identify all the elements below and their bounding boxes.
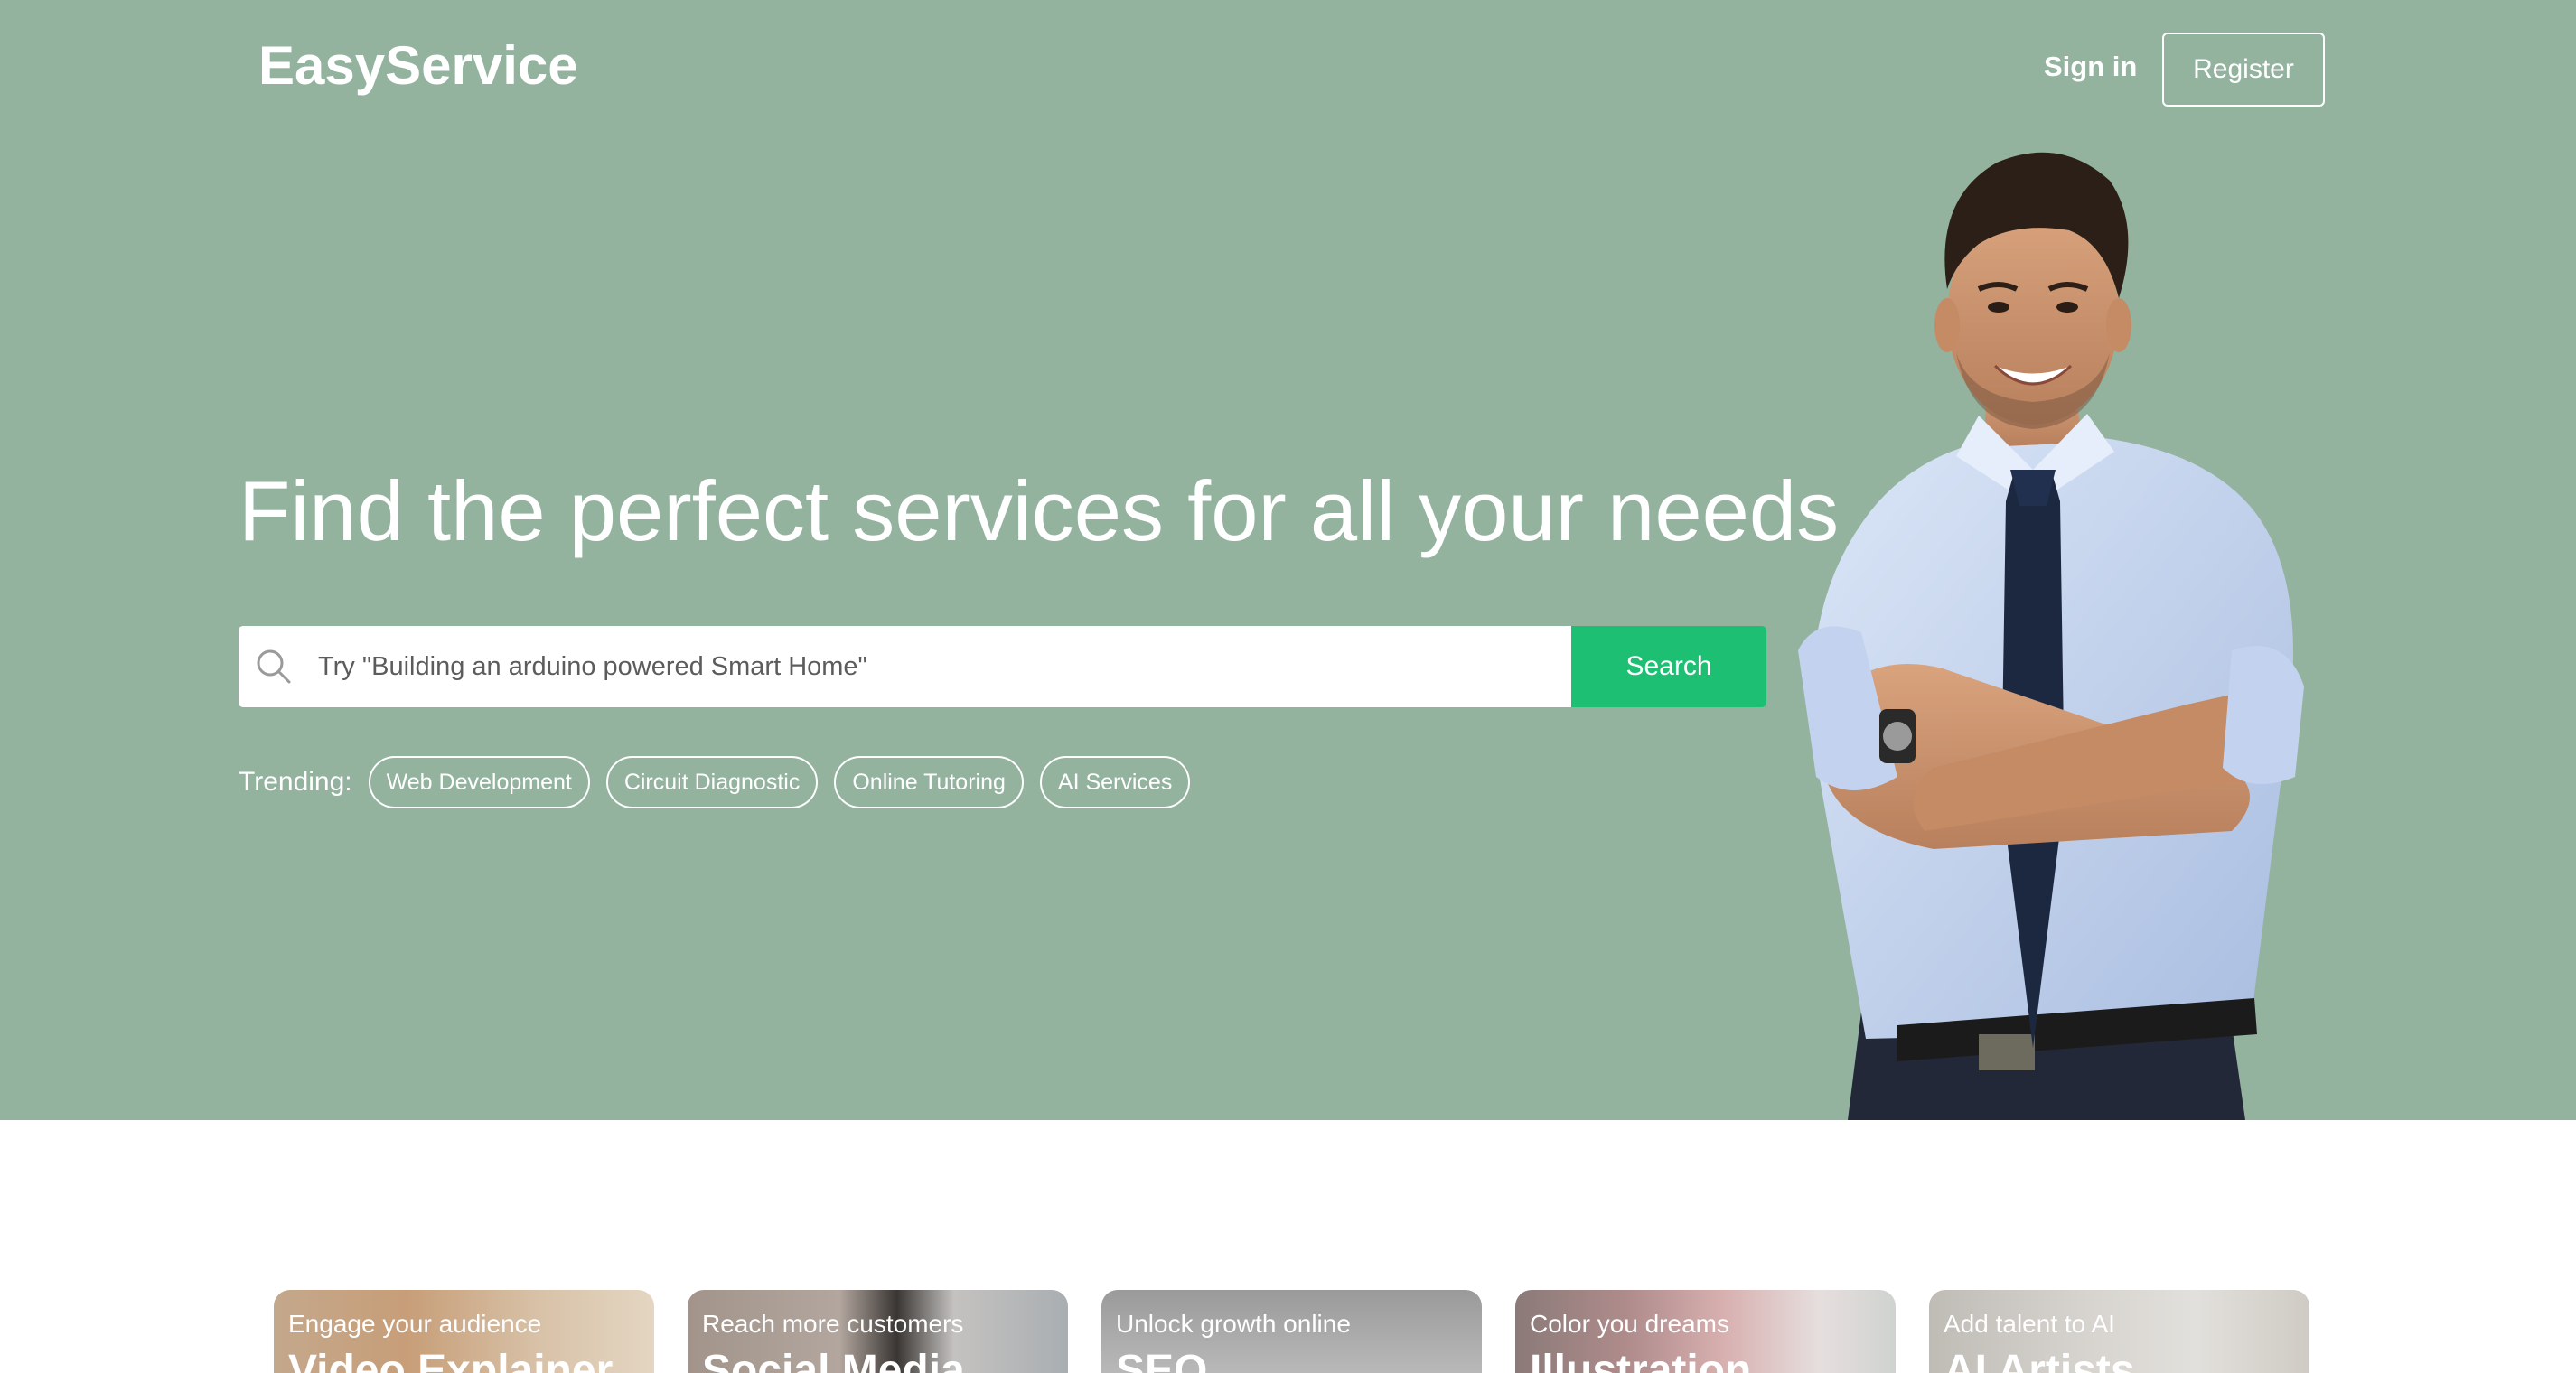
category-card-illustration[interactable]: Color you dreams Illustration — [1515, 1290, 1896, 1373]
sign-in-link[interactable]: Sign in — [2044, 51, 2137, 83]
register-button[interactable]: Register — [2162, 33, 2325, 107]
trending-label: Trending: — [239, 767, 352, 797]
category-cards: Engage your audience Video Explainer Rea… — [0, 1290, 2576, 1373]
card-title: Social Media — [702, 1347, 965, 1373]
hero-person-image — [1798, 152, 2304, 1120]
search-box[interactable] — [239, 626, 1571, 707]
trending-tag-ai-services[interactable]: AI Services — [1039, 756, 1191, 808]
card-title: Video Explainer — [288, 1347, 614, 1373]
category-card-video-explainer[interactable]: Engage your audience Video Explainer — [274, 1290, 654, 1373]
category-card-seo[interactable]: Unlock growth online SEO — [1101, 1290, 1482, 1373]
card-subtitle: Unlock growth online — [1116, 1310, 1351, 1338]
card-title: AI Artists — [1944, 1347, 2135, 1373]
category-card-social-media[interactable]: Reach more customers Social Media — [688, 1290, 1068, 1373]
trending-tag-circuit-diagnostic[interactable]: Circuit Diagnostic — [605, 756, 819, 808]
card-subtitle: Color you dreams — [1530, 1310, 1729, 1338]
search-icon — [257, 649, 291, 684]
search-button[interactable]: Search — [1571, 626, 1766, 707]
search-input[interactable] — [318, 626, 1560, 707]
card-subtitle: Engage your audience — [288, 1310, 542, 1338]
card-title: SEO — [1116, 1347, 1208, 1373]
search-bar: Search — [239, 626, 1766, 707]
hero-headline: Find the perfect services for all your n… — [239, 463, 1840, 558]
hero-section: EasyService Sign in Register Find the pe… — [0, 0, 2576, 1120]
trending-tag-web-development[interactable]: Web Development — [368, 756, 590, 808]
trending-tag-online-tutoring[interactable]: Online Tutoring — [834, 756, 1024, 808]
site-logo[interactable]: EasyService — [258, 34, 578, 97]
card-title: Illustration — [1530, 1347, 1752, 1373]
card-subtitle: Add talent to AI — [1944, 1310, 2115, 1338]
card-subtitle: Reach more customers — [702, 1310, 964, 1338]
category-card-ai-artists[interactable]: Add talent to AI AI Artists — [1929, 1290, 2309, 1373]
trending-tags: Trending: Web Development Circuit Diagno… — [239, 755, 1206, 809]
